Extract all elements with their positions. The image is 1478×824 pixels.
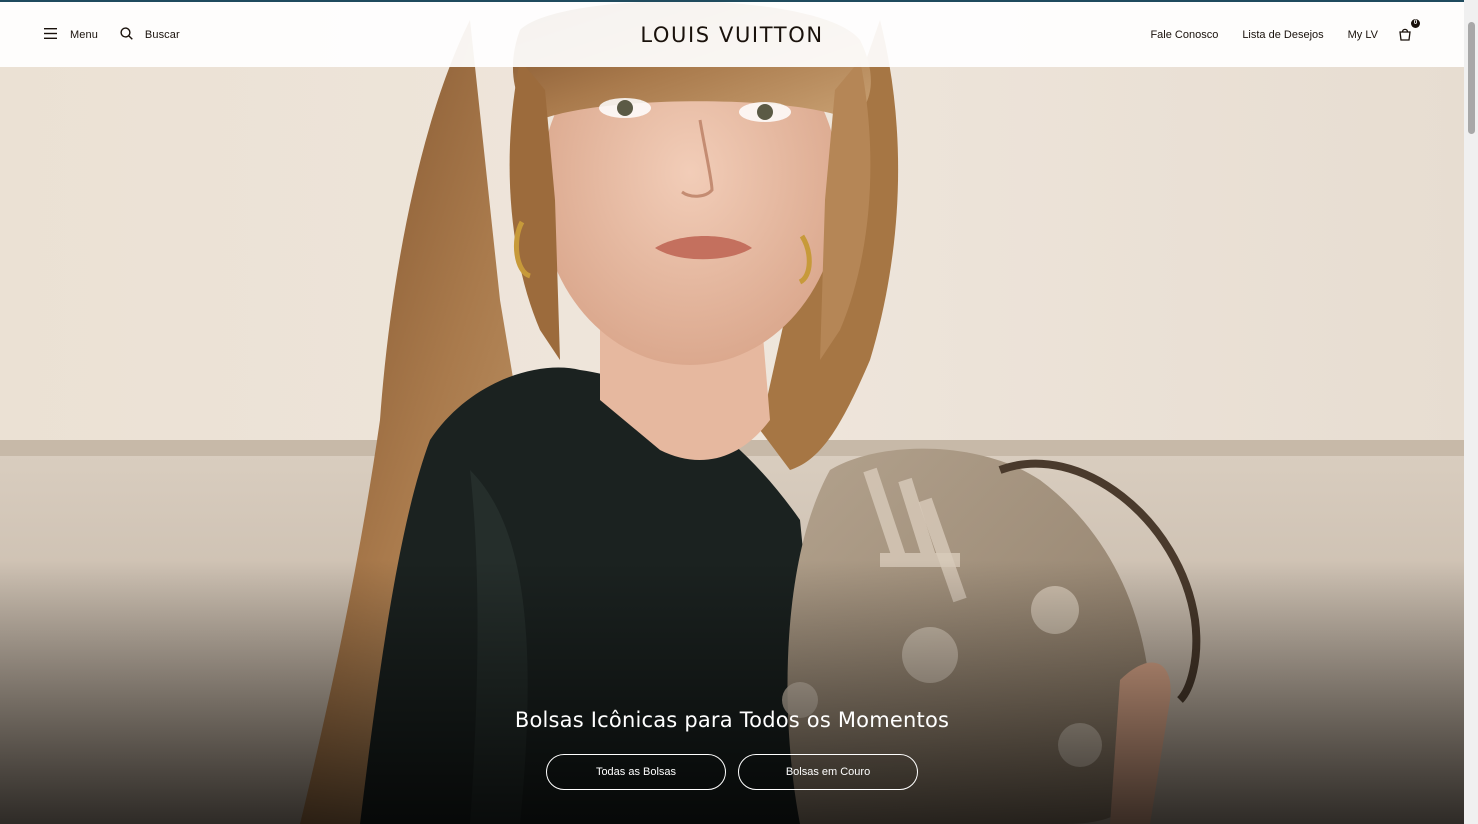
search-button[interactable]: Buscar	[120, 26, 180, 43]
menu-button[interactable]: Menu	[44, 27, 98, 42]
page: Menu Buscar LOUIS VUITTON Fale Conosco L…	[0, 0, 1478, 824]
browser-accent-bar	[0, 0, 1478, 2]
my-lv-link[interactable]: My LV	[1348, 29, 1378, 41]
wishlist-link[interactable]: Lista de Desejos	[1242, 29, 1323, 41]
search-label: Buscar	[144, 28, 180, 41]
page-scrollbar[interactable]	[1464, 0, 1478, 824]
scrollbar-thumb[interactable]	[1468, 22, 1475, 134]
leather-bags-button[interactable]: Bolsas em Couro	[738, 754, 918, 790]
header-left: Menu Buscar	[44, 2, 180, 67]
hero-title: Bolsas Icônicas para Todos os Momentos	[514, 708, 950, 732]
all-bags-button[interactable]: Todas as Bolsas	[546, 754, 726, 790]
logo[interactable]: LOUIS VUITTON	[640, 23, 823, 47]
hamburger-icon	[44, 27, 57, 42]
header-right: Fale Conosco Lista de Desejos My LV 0	[1150, 2, 1420, 67]
menu-label: Menu	[70, 28, 98, 41]
site-header: Menu Buscar LOUIS VUITTON Fale Conosco L…	[0, 2, 1464, 67]
contact-link[interactable]: Fale Conosco	[1150, 29, 1218, 41]
hero-cta-row: Todas as Bolsas Bolsas em Couro	[0, 754, 1464, 790]
hero-image	[0, 0, 1464, 824]
shopping-bag-icon	[1398, 28, 1412, 44]
hero-banner[interactable]	[0, 0, 1464, 824]
shopping-bag-button[interactable]: 0	[1398, 18, 1420, 44]
search-icon	[120, 26, 133, 43]
bag-count-badge: 0	[1411, 18, 1420, 28]
